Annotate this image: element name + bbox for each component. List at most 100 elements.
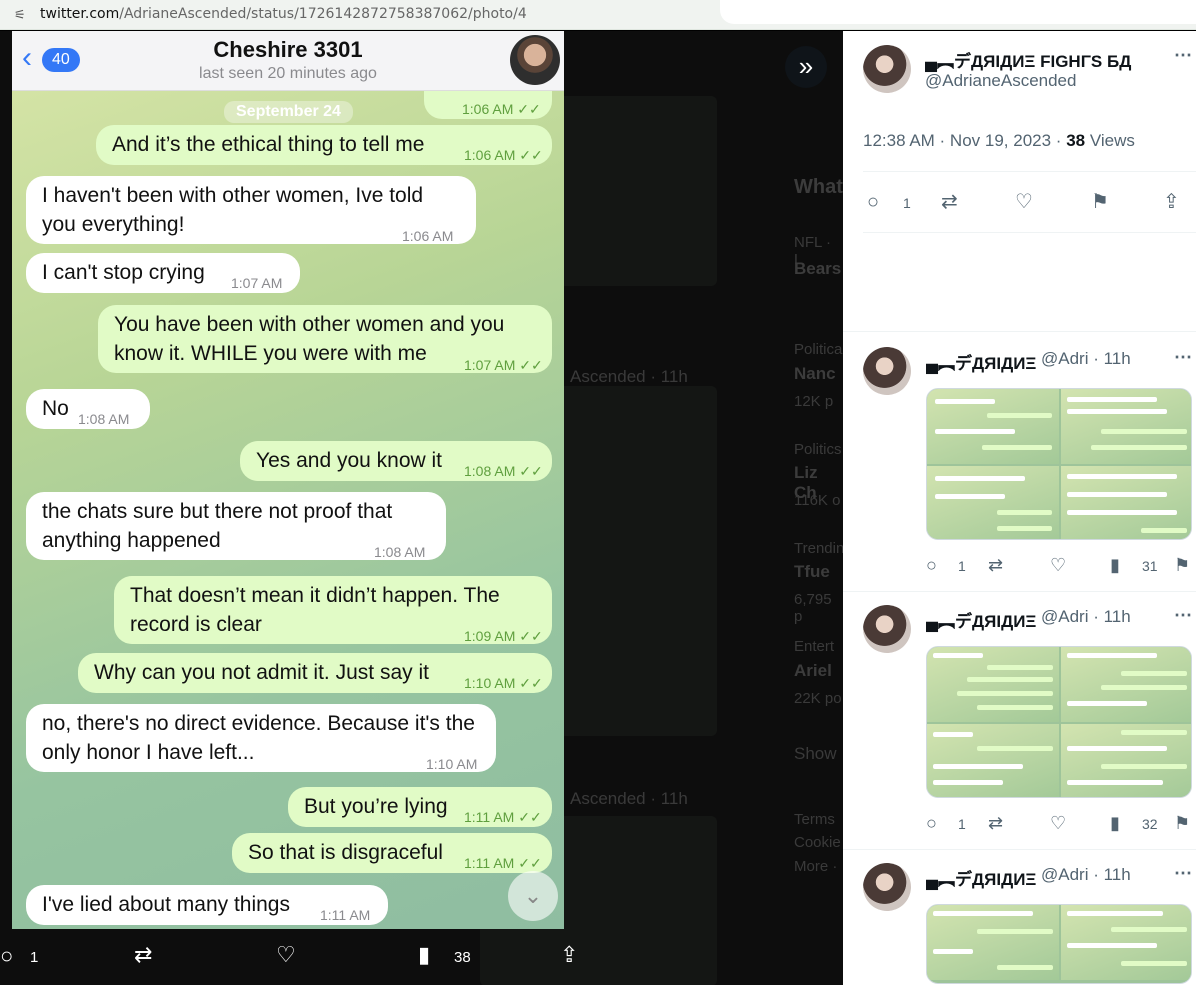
- tweet-meta: 12:38 AM · Nov 19, 2023 · 38 Views: [863, 131, 1135, 151]
- double-chevron-right-icon: »: [798, 51, 814, 81]
- contact-avatar: [510, 35, 560, 85]
- divider: [843, 591, 1196, 592]
- reply-author-name[interactable]: ▄︻デДЯIДИΞ: [926, 865, 1036, 890]
- tweet-timestamp[interactable]: 12:38 AM · Nov 19, 2023 ·: [863, 131, 1061, 150]
- message-time: 1:10 AM: [426, 756, 478, 772]
- repost-icon[interactable]: ⇄: [134, 942, 152, 968]
- chat-message-out: But you’re lying 1:11 AM ✓✓: [288, 787, 552, 827]
- expand-panel-button[interactable]: »: [785, 46, 827, 88]
- reply-icon[interactable]: ○: [926, 555, 937, 576]
- message-time: 1:07 AM ✓✓: [464, 357, 543, 373]
- message-time: 1:07 AM: [231, 275, 283, 291]
- repost-icon[interactable]: ⇄: [988, 555, 1003, 576]
- bookmark-icon[interactable]: ⚑: [1174, 813, 1190, 834]
- reply-handle[interactable]: @Adri · 11h: [1041, 607, 1131, 627]
- views-count: 38: [454, 949, 471, 966]
- chat-message-out: Why can you not admit it. Just say it 1:…: [78, 653, 552, 693]
- bg-image: [555, 96, 717, 286]
- reply-author-name[interactable]: ▄︻デДЯIДИΞ: [926, 349, 1036, 374]
- divider: [863, 232, 1196, 233]
- repost-icon[interactable]: ⇄: [941, 189, 958, 214]
- reply-handle[interactable]: @Adri · 11h: [1041, 349, 1131, 369]
- share-icon[interactable]: ⇪: [1163, 189, 1180, 214]
- reply-avatar[interactable]: [863, 347, 911, 395]
- reply-count: 1: [903, 195, 911, 211]
- message-text: Why can you not admit it. Just say it: [94, 661, 429, 684]
- message-text: Yes and you know it: [256, 449, 443, 472]
- footer-link: Terms: [794, 811, 835, 828]
- reply-actions: ○ 1 ⇄ ♡ ▮ 31 ⚑: [926, 555, 1192, 579]
- reply-icon[interactable]: ○: [926, 813, 937, 834]
- message-time: 1:11 AM: [320, 907, 371, 923]
- message-text: no, there's no direct evidence. Because …: [42, 712, 475, 764]
- reply-count: 1: [30, 949, 39, 966]
- divider: [843, 331, 1196, 332]
- chat-screenshot-photo: ‹ 40 Cheshire 3301 last seen 20 minutes …: [12, 31, 564, 929]
- bookmark-icon[interactable]: ⚑: [1091, 189, 1109, 214]
- reply-image-grid[interactable]: [926, 388, 1192, 540]
- bookmark-icon[interactable]: ⚑: [1174, 555, 1190, 576]
- site-settings-icon[interactable]: ⚟: [14, 7, 26, 23]
- divider: [843, 849, 1196, 850]
- tweet-side-panel: ▄︻デДЯIДИΞ FIGHΓЅ БД @AdrianeAscended ⋯ 1…: [843, 31, 1196, 985]
- views-icon[interactable]: ▮: [1110, 555, 1120, 576]
- more-options-icon[interactable]: ⋯: [1174, 45, 1192, 66]
- chat-message-out: Yes and you know it 1:08 AM ✓✓: [240, 441, 552, 481]
- trend-name: Nanc: [794, 364, 836, 383]
- reply-avatar[interactable]: [863, 863, 911, 911]
- message-text: No: [42, 397, 69, 420]
- chat-message-out: So that is disgraceful 1:11 AM ✓✓: [232, 833, 552, 873]
- more-options-icon[interactable]: ⋯: [1174, 863, 1192, 884]
- more-options-icon[interactable]: ⋯: [1174, 605, 1192, 626]
- chat-message-out: And it’s the ethical thing to tell me 1:…: [96, 125, 552, 165]
- message-time: 1:10 AM ✓✓: [464, 675, 543, 691]
- show-more-link: Show: [794, 744, 837, 763]
- trend-cat: Entert: [794, 638, 835, 655]
- views-count: 38: [1066, 131, 1086, 150]
- message-text: I can't stop crying: [42, 261, 205, 284]
- message-text: the chats sure but there not proof that …: [42, 500, 393, 552]
- url-path: /AdrianeAscended/status/1726142872758387…: [119, 6, 527, 22]
- bg-author: Ascended · 11h: [570, 367, 688, 386]
- last-seen-status: last seen 20 minutes ago: [199, 65, 377, 82]
- chat-message-in: I've lied about many things 1:11 AM: [26, 885, 388, 925]
- like-icon[interactable]: ♡: [1015, 189, 1033, 214]
- author-avatar[interactable]: [863, 45, 911, 93]
- like-icon[interactable]: ♡: [276, 942, 296, 968]
- chat-message-in: I haven't been with other women, Ive tol…: [26, 176, 476, 244]
- trend-cat: Politica: [794, 341, 843, 358]
- author-name[interactable]: ▄︻デДЯIДИΞ FIGHΓЅ БД: [925, 47, 1131, 72]
- reply-author-name[interactable]: ▄︻デДЯIДИΞ: [926, 607, 1036, 632]
- date-chip: September 24: [224, 101, 353, 123]
- reply-count: 1: [958, 816, 966, 832]
- reply-icon[interactable]: ○: [867, 191, 879, 214]
- trend-posts: 6,795 p: [794, 591, 832, 625]
- chat-message-in: the chats sure but there not proof that …: [26, 492, 446, 560]
- reply-image-grid[interactable]: [926, 646, 1192, 798]
- more-options-icon[interactable]: ⋯: [1174, 347, 1192, 368]
- author-handle[interactable]: @AdrianeAscended: [925, 71, 1076, 91]
- trend-name: Ariel: [794, 661, 832, 680]
- url-domain: twitter.com: [40, 6, 120, 22]
- divider: [863, 171, 1196, 172]
- message-text: So that is disgraceful: [248, 841, 443, 864]
- views-icon[interactable]: ▮: [418, 942, 430, 968]
- like-icon[interactable]: ♡: [1050, 555, 1066, 576]
- like-icon[interactable]: ♡: [1050, 813, 1066, 834]
- message-time: 1:09 AM ✓✓: [464, 628, 543, 644]
- repost-icon[interactable]: ⇄: [988, 813, 1003, 834]
- reply-handle[interactable]: @Adri · 11h: [1041, 865, 1131, 885]
- views-icon[interactable]: ▮: [1110, 813, 1120, 834]
- reply-icon[interactable]: ○: [0, 943, 13, 969]
- footer-link: More ·: [794, 858, 838, 875]
- reply-count: 1: [958, 558, 966, 574]
- url-text[interactable]: twitter.com/AdrianeAscended/status/17261…: [40, 6, 527, 22]
- chat-message-out: 1:06 AM ✓✓: [424, 91, 552, 119]
- message-text: I've lied about many things: [42, 893, 290, 916]
- browser-url-bar[interactable]: ⚟ twitter.com/AdrianeAscended/status/172…: [0, 0, 1196, 30]
- trend-cat: Trendin: [794, 540, 843, 557]
- reply-image-grid[interactable]: [926, 904, 1192, 984]
- reply-avatar[interactable]: [863, 605, 911, 653]
- trend-posts: 116K o: [794, 492, 841, 509]
- share-icon[interactable]: ⇪: [560, 942, 578, 968]
